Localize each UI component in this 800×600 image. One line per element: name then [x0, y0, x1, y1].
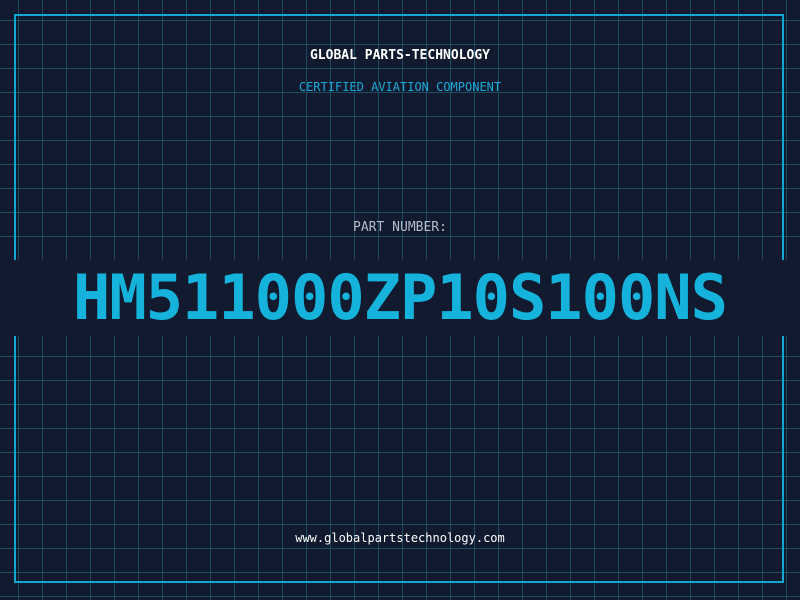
part-number-label: PART NUMBER: — [353, 220, 447, 235]
website-url[interactable]: www.globalpartstechnology.com — [0, 531, 800, 545]
certification-subtitle: CERTIFIED AVIATION COMPONENT — [298, 80, 502, 94]
certificate-page: GLOBAL PARTS-TECHNOLOGY CERTIFIED AVIATI… — [0, 0, 800, 600]
company-name: GLOBAL PARTS-TECHNOLOGY — [309, 48, 490, 63]
part-number-value: HM511000ZP10S100NS — [73, 261, 728, 334]
